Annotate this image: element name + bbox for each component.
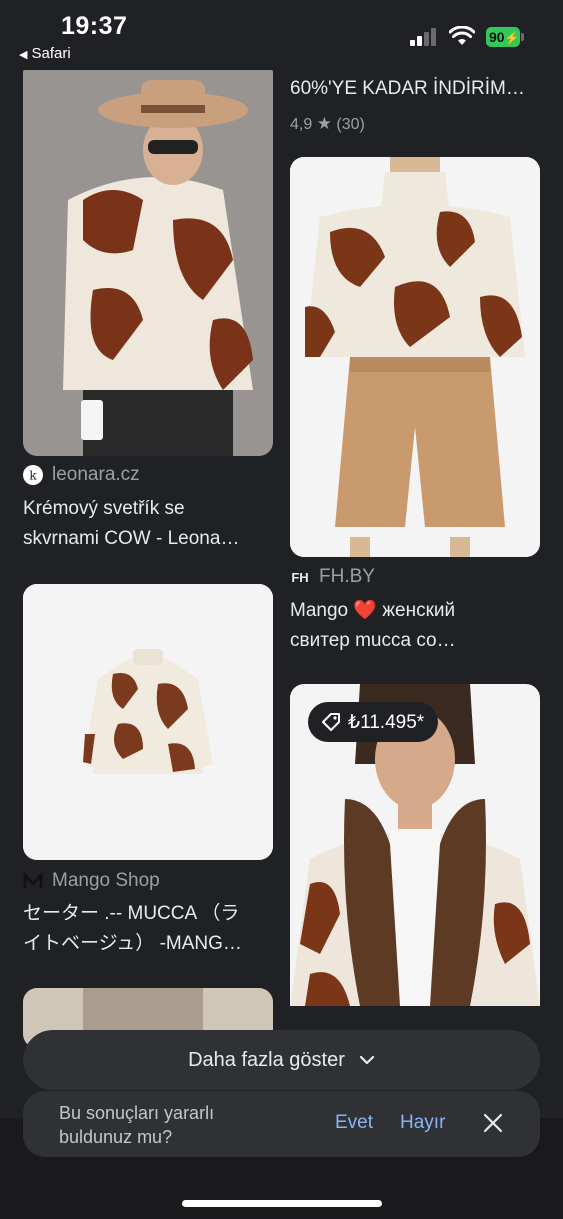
star-icon: ★ — [316, 114, 332, 133]
show-more-button[interactable]: Daha fazla göster — [23, 1030, 540, 1090]
feedback-prompt: Bu sonuçları yararlı buldunuz mu? Evet H… — [23, 1091, 540, 1157]
result-title[interactable]: セーター .-- MUCCA （ラ イトベージュ） -MANG… — [23, 899, 273, 959]
source-name: Mango Shop — [52, 870, 160, 891]
rating-value: 4,9 — [290, 116, 313, 133]
feedback-no-button[interactable]: Hayır — [400, 1112, 445, 1134]
status-bar: 19:37 ◀ Safari 90⚡ — [0, 0, 563, 70]
result-image-fh[interactable] — [290, 157, 540, 557]
home-indicator[interactable] — [182, 1200, 382, 1207]
result-source[interactable]: FH FH.BY — [290, 566, 375, 588]
fh-logo-icon: FH — [291, 569, 309, 585]
title-line: イトベージュ） -MANG… — [23, 933, 242, 954]
wifi-icon — [449, 26, 475, 45]
chevron-down-icon — [359, 1055, 374, 1065]
cellular-signal-icon — [410, 28, 440, 46]
mango-logo-icon — [23, 871, 43, 891]
model-sweater-shorts-photo — [290, 157, 540, 557]
result-rating: 4,9 ★ (30) — [290, 114, 365, 134]
result-source[interactable]: Mango Shop — [23, 870, 160, 892]
battery-level: 90 — [489, 29, 505, 45]
feedback-yes-button[interactable]: Evet — [335, 1112, 373, 1134]
show-more-label: Daha fazla göster — [188, 1048, 345, 1071]
price-tag-icon — [322, 713, 340, 731]
result-source[interactable]: k leonara.cz — [23, 464, 140, 486]
feedback-question: Bu sonuçları yararlı buldunuz mu? — [59, 1103, 215, 1147]
title-line: свитер mucca со… — [290, 630, 456, 651]
back-to-safari-link[interactable]: ◀ Safari — [19, 45, 71, 62]
result-image-leonara[interactable] — [23, 60, 273, 456]
title-line: Krémový svetřík se — [23, 498, 185, 519]
review-count: (30) — [336, 116, 365, 133]
title-line: セーター .-- MUCCA （ラ — [23, 903, 240, 924]
cow-print-sweater-photo — [23, 60, 273, 456]
result-image-mango-shop[interactable] — [23, 584, 273, 860]
title-line: Mango ❤️ женский — [290, 600, 456, 621]
clock: 19:37 — [61, 12, 128, 40]
result-title[interactable]: 60%'YE KADAR İNDİRİM… — [290, 74, 550, 104]
leonara-favicon-icon: k — [23, 465, 43, 485]
battery-charging-icon: 90⚡ — [486, 27, 524, 47]
result-title[interactable]: Krémový svetřík se skvrnami COW - Leona… — [23, 494, 273, 554]
source-name: leonara.cz — [52, 464, 140, 485]
back-app-label: Safari — [31, 45, 71, 62]
title-line: skvrnami COW - Leona… — [23, 528, 240, 549]
close-icon[interactable] — [481, 1111, 505, 1135]
result-title[interactable]: Mango ❤️ женский свитер mucca со… — [290, 596, 550, 656]
price-value: ₺11.495* — [348, 711, 425, 733]
svg-text:k: k — [29, 469, 37, 483]
source-name: FH.BY — [319, 566, 375, 587]
title-line: 60%'YE KADAR İNDİRİM… — [290, 78, 525, 99]
price-badge: ₺11.495* — [308, 702, 439, 742]
sweater-product-photo — [23, 584, 273, 860]
back-arrow-icon: ◀ — [19, 49, 28, 61]
